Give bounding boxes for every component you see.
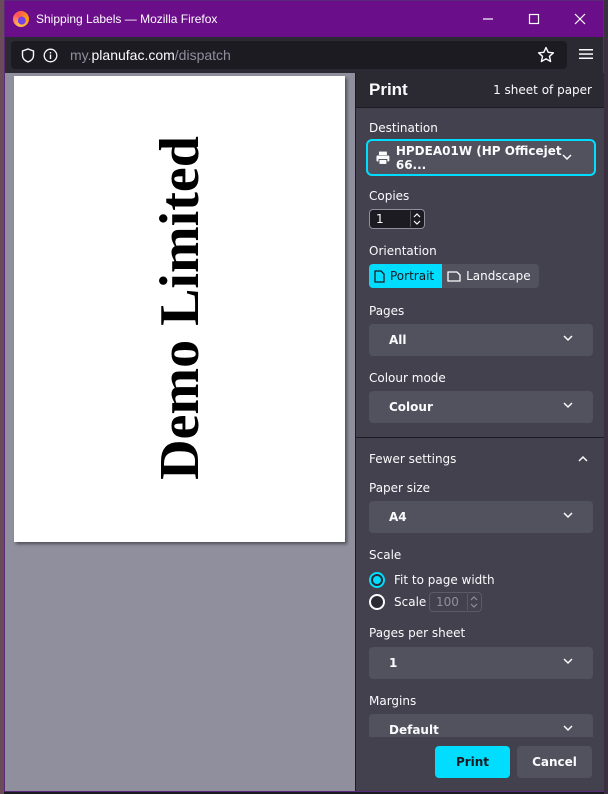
chevron-down-icon bbox=[563, 402, 573, 409]
preview-page: Demo Limited bbox=[14, 76, 345, 542]
fewer-settings-toggle[interactable]: Fewer settings bbox=[369, 452, 456, 466]
close-button[interactable] bbox=[557, 1, 603, 37]
window-title: Shipping Labels — Mozilla Firefox bbox=[36, 12, 218, 26]
tracking-shield-icon[interactable] bbox=[20, 47, 36, 63]
landscape-page-icon bbox=[447, 270, 461, 282]
nav-bar: my.planufac.com/dispatch bbox=[5, 37, 603, 73]
settings-divider bbox=[356, 437, 604, 438]
destination-select[interactable]: HPDEA01W (HP Officejet 66... bbox=[366, 139, 596, 176]
pages-label: Pages bbox=[369, 304, 405, 318]
fit-to-width-label[interactable]: Fit to page width bbox=[394, 573, 495, 587]
chevron-down-icon bbox=[563, 725, 573, 732]
minimize-button[interactable] bbox=[465, 1, 511, 37]
scale-radio[interactable] bbox=[369, 594, 385, 610]
spinner-arrows-icon bbox=[413, 213, 421, 225]
url-host: planufac.com bbox=[91, 47, 175, 63]
url-prefix: my. bbox=[70, 47, 92, 63]
pages-value: All bbox=[389, 333, 407, 347]
paper-size-value: A4 bbox=[389, 510, 407, 524]
site-info-icon[interactable] bbox=[42, 47, 58, 63]
scale-spinner[interactable] bbox=[467, 594, 479, 610]
colour-mode-value: Colour bbox=[389, 400, 433, 414]
scale-radio-label[interactable]: Scale bbox=[394, 595, 426, 609]
maximize-icon bbox=[528, 13, 540, 25]
chevron-up-icon[interactable] bbox=[578, 455, 588, 462]
orientation-toggle: Portrait Landscape bbox=[369, 264, 539, 288]
print-title: Print bbox=[369, 80, 408, 99]
destination-label: Destination bbox=[369, 121, 438, 135]
printer-icon bbox=[376, 151, 390, 165]
chevron-down-icon bbox=[562, 154, 572, 161]
window-controls bbox=[465, 1, 603, 37]
settings-scroll-area[interactable]: Destination HPDEA01W (HP Officejet 66...… bbox=[356, 107, 604, 737]
sheet-count: 1 sheet of paper bbox=[493, 83, 592, 97]
print-button[interactable]: Print bbox=[435, 746, 510, 778]
print-preview: Demo Limited bbox=[5, 73, 355, 791]
preview-page-text: Demo Limited bbox=[149, 136, 211, 480]
pages-per-sheet-value: 1 bbox=[389, 656, 398, 670]
colour-mode-label: Colour mode bbox=[369, 371, 446, 385]
minimize-icon bbox=[483, 18, 493, 20]
maximize-button[interactable] bbox=[511, 1, 557, 37]
orientation-label: Orientation bbox=[369, 244, 437, 258]
scale-value: 100 bbox=[436, 595, 459, 609]
firefox-logo-icon bbox=[13, 11, 29, 27]
spinner-arrows-icon bbox=[470, 596, 478, 608]
cancel-button[interactable]: Cancel bbox=[517, 746, 592, 778]
pages-per-sheet-select[interactable]: 1 bbox=[369, 647, 593, 679]
colour-mode-select[interactable]: Colour bbox=[369, 391, 593, 423]
copies-spinner[interactable] bbox=[410, 211, 422, 227]
print-header: Print 1 sheet of paper bbox=[356, 73, 604, 107]
browser-window: Shipping Labels — Mozilla Firefox my.pla… bbox=[4, 0, 604, 792]
bookmark-star-icon[interactable] bbox=[537, 46, 555, 67]
app-menu-icon[interactable] bbox=[579, 47, 593, 64]
desktop-edge-right bbox=[604, 0, 608, 794]
pages-select[interactable]: All bbox=[369, 324, 593, 356]
chevron-down-icon bbox=[563, 512, 573, 519]
chevron-down-icon bbox=[563, 335, 573, 342]
scale-label: Scale bbox=[369, 548, 402, 562]
copies-value: 1 bbox=[376, 212, 384, 226]
portrait-label: Portrait bbox=[390, 269, 435, 283]
copies-input[interactable]: 1 bbox=[369, 209, 425, 229]
scale-input[interactable]: 100 bbox=[429, 592, 482, 612]
margins-label: Margins bbox=[369, 694, 417, 708]
address-bar[interactable]: my.planufac.com/dispatch bbox=[11, 41, 567, 69]
margins-value: Default bbox=[389, 723, 439, 737]
chevron-down-icon bbox=[563, 658, 573, 665]
print-footer: Print Cancel bbox=[356, 737, 604, 791]
title-bar: Shipping Labels — Mozilla Firefox bbox=[5, 1, 603, 37]
margins-select[interactable]: Default bbox=[369, 714, 593, 737]
close-icon bbox=[574, 13, 586, 25]
print-settings-panel: Print 1 sheet of paper Destination HPDEA… bbox=[355, 73, 604, 791]
landscape-label: Landscape bbox=[466, 269, 531, 283]
portrait-button[interactable]: Portrait bbox=[369, 264, 443, 288]
landscape-button[interactable]: Landscape bbox=[442, 264, 538, 288]
url-path: /dispatch bbox=[174, 47, 231, 63]
fit-to-width-radio[interactable] bbox=[369, 572, 385, 588]
pages-per-sheet-label: Pages per sheet bbox=[369, 626, 466, 640]
paper-size-select[interactable]: A4 bbox=[369, 501, 593, 533]
copies-label: Copies bbox=[369, 189, 410, 203]
paper-size-label: Paper size bbox=[369, 481, 431, 495]
portrait-page-icon bbox=[374, 269, 385, 283]
url-text[interactable]: my.planufac.com/dispatch bbox=[70, 47, 231, 63]
